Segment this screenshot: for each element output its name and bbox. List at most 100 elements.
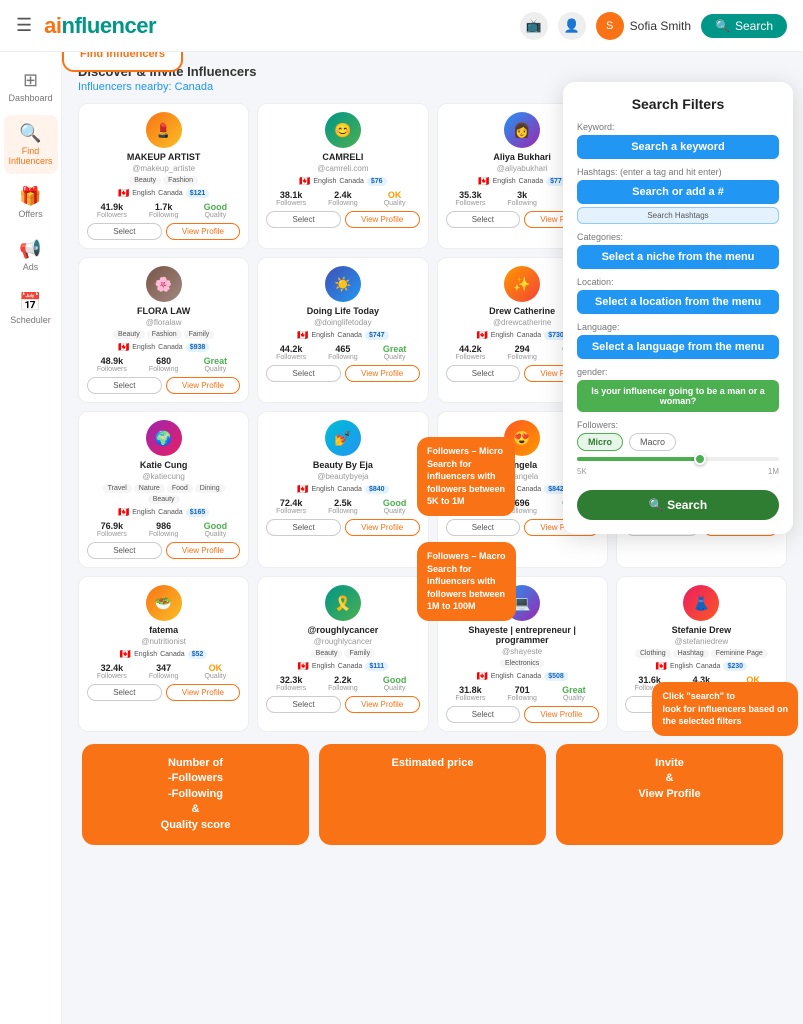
card-actions: Select View Profile (87, 223, 240, 240)
nearby-location[interactable]: Canada (175, 81, 214, 93)
top-search-button[interactable]: 🔍 Search (701, 14, 787, 38)
keyword-input[interactable]: Search a keyword (577, 135, 779, 159)
card-actions: Select View Profile (446, 706, 599, 723)
select-button[interactable]: Select (446, 365, 521, 382)
view-profile-button[interactable]: View Profile (166, 684, 241, 701)
categories-select[interactable]: Select a niche from the menu (577, 245, 779, 269)
filters-panel: Search Filters Keyword: Search a keyword… (563, 82, 793, 534)
influencer-name: Beauty By Eja (266, 460, 419, 470)
card-meta: 🇨🇦 English Canada $76 (266, 176, 419, 187)
sidebar-item-scheduler[interactable]: 📅 Scheduler (4, 284, 58, 333)
location-select[interactable]: Select a location from the menu (577, 290, 779, 314)
avatar: ✨ (504, 266, 540, 302)
user-icon[interactable]: 👤 (558, 12, 586, 40)
flag-icon: 🇨🇦 (118, 188, 129, 199)
select-button[interactable]: Select (446, 519, 521, 536)
range-thumb[interactable] (694, 453, 706, 465)
avatar: 💅 (325, 420, 361, 456)
influencer-tags: BeautyFashion (87, 176, 240, 185)
tag: Beauty (129, 176, 161, 185)
influencer-tags: ClothingHashtagFeminine Page (625, 649, 778, 658)
card-meta: 🇨🇦 English Canada $840 (266, 484, 419, 495)
quality-stat: OK Quality (191, 663, 241, 680)
sidebar-label-dashboard: Dashboard (8, 93, 52, 103)
categories-filter: Categories: Select a niche from the menu (577, 232, 779, 269)
view-profile-button[interactable]: View Profile (345, 365, 420, 382)
sidebar-label-offers: Offers (18, 209, 42, 219)
tag: Feminine Page (711, 649, 768, 658)
view-profile-button[interactable]: View Profile (166, 223, 241, 240)
callout-search-tip: Click "search" to look for influencers b… (652, 682, 798, 736)
sidebar: ⊞ Dashboard 🔍 Find Influencers 🎁 Offers … (0, 52, 62, 1024)
influencer-card: ☀️ Doing Life Today @doinglifetoday 🇨🇦 E… (257, 257, 428, 403)
quality-stat: Good Quality (370, 498, 420, 515)
language: English (491, 673, 514, 680)
gender-select[interactable]: Is your influencer going to be a man or … (577, 380, 779, 412)
view-profile-button[interactable]: View Profile (345, 211, 420, 228)
hashtag-sub[interactable]: Search Hashtags (577, 207, 779, 224)
followers-range[interactable] (577, 457, 779, 461)
hashtag-filter: Hashtags: (enter a tag and hit enter) Se… (577, 167, 779, 224)
sidebar-item-dashboard[interactable]: ⊞ Dashboard (4, 62, 58, 111)
select-button[interactable]: Select (87, 684, 162, 701)
brand-logo: ainfluencer (44, 13, 156, 39)
view-profile-button[interactable]: View Profile (345, 519, 420, 536)
card-actions: Select View Profile (266, 211, 419, 228)
user-badge: S Sofia Smith (596, 12, 691, 40)
language-select[interactable]: Select a language from the menu (577, 335, 779, 359)
sidebar-item-offers[interactable]: 🎁 Offers (4, 178, 58, 227)
followers-toggle: Micro Macro (577, 433, 779, 451)
find-influencers-popup-label: Find Influencers (80, 52, 165, 60)
tag: Beauty (148, 495, 180, 504)
select-button[interactable]: Select (266, 696, 341, 713)
country: Canada (160, 651, 185, 658)
tag: Family (184, 330, 215, 339)
following-stat: 3k Following (497, 190, 547, 207)
tag: Fashion (147, 330, 182, 339)
card-stats: 41.9k Followers 1.7k Following Good Qual… (87, 202, 240, 219)
card-meta: 🇨🇦 English Canada $508 (446, 671, 599, 682)
keyword-filter: Keyword: Search a keyword (577, 122, 779, 159)
language: English (313, 178, 336, 185)
select-button[interactable]: Select (87, 377, 162, 394)
quality-stat: Great Quality (370, 344, 420, 361)
select-button[interactable]: Select (266, 365, 341, 382)
select-button[interactable]: Select (87, 542, 162, 559)
search-submit-button[interactable]: 🔍 Search (577, 490, 779, 520)
followers-stat: 44.2k Followers (446, 344, 496, 361)
keyword-label: Keyword: (577, 122, 779, 132)
price-badge: $230 (723, 662, 747, 671)
select-button[interactable]: Select (266, 519, 341, 536)
followers-filter: Followers: Micro Macro 5K 1M (577, 420, 779, 476)
notifications-icon[interactable]: 📺 (520, 12, 548, 40)
price-badge: $121 (186, 189, 210, 198)
flag-icon: 🇨🇦 (297, 484, 308, 495)
followers-stat: 72.4k Followers (266, 498, 316, 515)
influencer-card: 💄 MAKEUP ARTIST @makeup_artiste BeautyFa… (78, 103, 249, 249)
following-stat: 701 Following (497, 685, 547, 702)
ads-icon: 📢 (19, 239, 41, 260)
followers-stat: 32.3k Followers (266, 675, 316, 692)
select-button[interactable]: Select (446, 706, 521, 723)
select-button[interactable]: Select (87, 223, 162, 240)
country: Canada (519, 178, 544, 185)
hashtag-input[interactable]: Search or add a # (577, 180, 779, 204)
sidebar-item-find-influencers[interactable]: 🔍 Find Influencers (4, 115, 58, 174)
sidebar-item-ads[interactable]: 📢 Ads (4, 231, 58, 280)
micro-toggle[interactable]: Micro (577, 433, 623, 451)
view-profile-button[interactable]: View Profile (166, 542, 241, 559)
tag: Electronics (500, 659, 544, 668)
country: Canada (517, 673, 542, 680)
view-profile-button[interactable]: View Profile (345, 696, 420, 713)
country: Canada (337, 486, 362, 493)
view-profile-button[interactable]: View Profile (166, 377, 241, 394)
select-button[interactable]: Select (266, 211, 341, 228)
select-button[interactable]: Select (446, 211, 521, 228)
macro-toggle[interactable]: Macro (629, 433, 676, 451)
hamburger-icon[interactable]: ☰ (16, 15, 32, 36)
callout-followers-micro: Followers – Micro Search for influencers… (417, 437, 515, 516)
view-profile-button[interactable]: View Profile (524, 706, 599, 723)
influencer-handle: @camreli.com (266, 164, 419, 173)
price-badge: $938 (186, 343, 210, 352)
card-actions: Select View Profile (87, 377, 240, 394)
